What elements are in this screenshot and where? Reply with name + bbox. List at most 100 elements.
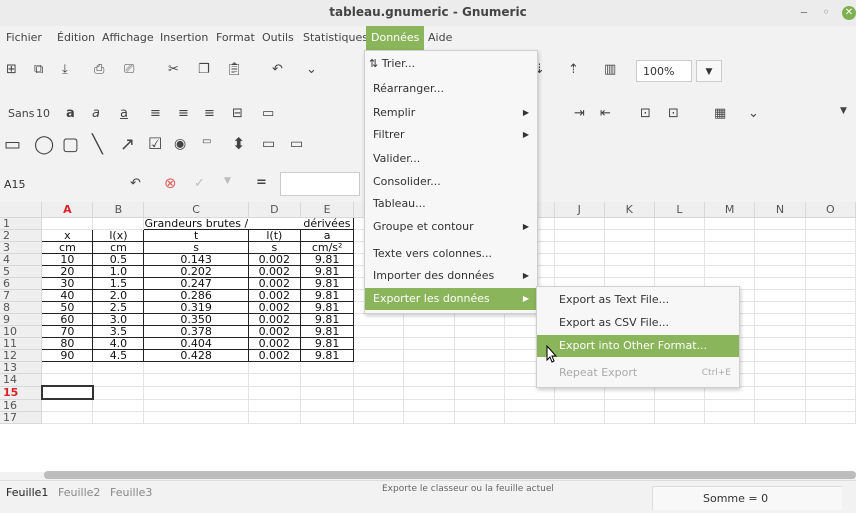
cell[interactable] (92, 373, 145, 387)
cell[interactable] (754, 289, 806, 302)
cell[interactable] (353, 411, 405, 424)
cell[interactable] (454, 373, 506, 387)
corner-header[interactable] (0, 202, 43, 218)
cell[interactable]: 60 (41, 313, 94, 326)
cell[interactable]: 9.81 (299, 301, 355, 314)
row-header[interactable]: 16 (0, 399, 43, 412)
cell[interactable] (805, 229, 856, 242)
close-button[interactable]: ✕ (842, 6, 856, 20)
menu-item-remplir[interactable]: Remplir ▶ (365, 102, 537, 124)
cell[interactable] (92, 386, 145, 400)
col-header-k[interactable]: K (604, 202, 655, 218)
cell[interactable]: 2.0 (92, 289, 145, 302)
cell[interactable] (754, 337, 806, 350)
frame-icon[interactable]: ▢ (62, 134, 79, 155)
cell[interactable] (805, 373, 856, 387)
cell[interactable] (805, 349, 856, 362)
menu-item-valider[interactable]: Valider... (365, 148, 537, 170)
new-icon[interactable]: ⊞ (6, 62, 17, 77)
cell[interactable]: 0.5 (92, 253, 145, 266)
cell[interactable]: 20 (41, 265, 94, 278)
zoom-combo[interactable]: 100% (636, 60, 692, 82)
cell[interactable]: 1.0 (92, 265, 145, 278)
cell[interactable] (403, 386, 455, 400)
rectangle-icon[interactable]: ▭ (4, 134, 21, 155)
font-size[interactable]: 10 (36, 107, 50, 120)
merge-icon[interactable]: ⊟ (232, 106, 243, 121)
cell[interactable] (654, 241, 705, 254)
col-header-a[interactable]: A (41, 202, 94, 218)
row-header[interactable]: 13 (0, 361, 43, 374)
cell[interactable] (654, 411, 705, 424)
cell[interactable]: 10 (41, 253, 94, 266)
cell[interactable] (704, 253, 756, 266)
row-header[interactable]: 6 (0, 277, 43, 290)
cell[interactable]: 9.81 (299, 349, 355, 362)
cell[interactable]: 0.286 (143, 289, 249, 302)
cell[interactable] (654, 265, 705, 278)
cell[interactable] (704, 265, 756, 278)
radio-icon[interactable]: ◉ (174, 136, 186, 152)
cell[interactable] (353, 325, 405, 338)
cell[interactable] (554, 217, 605, 230)
cell[interactable] (654, 229, 705, 242)
cell[interactable]: 80 (41, 337, 94, 350)
cell[interactable] (248, 386, 301, 400)
cell[interactable]: 9.81 (299, 277, 355, 290)
cell[interactable] (654, 217, 705, 230)
col-header-j[interactable]: J (554, 202, 605, 218)
cell[interactable]: 9.81 (299, 313, 355, 326)
cell[interactable]: a (299, 229, 355, 242)
zoom-dropdown-icon[interactable]: ▼ (696, 60, 722, 82)
menu-item-groupe-contour[interactable]: Groupe et contour ▶ (365, 216, 537, 238)
cell[interactable] (403, 361, 455, 374)
cell[interactable] (704, 411, 756, 424)
menu-item-importer[interactable]: Importer des données ▶ (365, 265, 537, 287)
cell[interactable] (554, 229, 605, 242)
cell[interactable] (92, 399, 145, 412)
accept-icon[interactable]: ✓ (194, 176, 205, 191)
cell[interactable]: 0.002 (247, 313, 301, 326)
menu-item-exporter[interactable]: Exporter les données ▶ (365, 288, 537, 310)
cell[interactable] (454, 337, 506, 350)
arrow-icon[interactable]: ↗ (120, 134, 135, 155)
row-header[interactable]: 9 (0, 313, 43, 326)
function-menu-icon[interactable]: ▼ (224, 176, 231, 186)
row-header[interactable]: 14 (0, 373, 43, 387)
cell[interactable]: 90 (41, 349, 94, 362)
menu-affichage[interactable]: Affichage (102, 26, 154, 50)
underline-icon[interactable]: a (120, 106, 128, 121)
row-header[interactable]: 10 (0, 325, 43, 338)
menu-item-export-other[interactable]: Export into Other Format... (537, 335, 739, 357)
cell[interactable] (754, 349, 806, 362)
cell[interactable]: 0.378 (143, 325, 249, 338)
cell[interactable] (300, 386, 355, 400)
indent-icon[interactable]: ⇥ (574, 106, 585, 121)
borders-icon[interactable]: ▦ (714, 106, 726, 121)
menu-fichier[interactable]: Fichier (6, 26, 42, 50)
cell[interactable]: 0.002 (247, 349, 301, 362)
align-center-icon[interactable]: ≡ (178, 106, 189, 121)
cell[interactable]: 2.5 (92, 301, 145, 314)
sheet-tab-3[interactable]: Feuille3 (110, 486, 152, 499)
menu-item-trier[interactable]: ⇅ Trier... (365, 53, 537, 75)
row-header[interactable]: 8 (0, 301, 43, 314)
col-header-b[interactable]: B (92, 202, 145, 218)
cell[interactable] (654, 399, 705, 412)
wrap-icon[interactable]: ▭ (262, 106, 274, 121)
cell[interactable]: 4.0 (92, 337, 145, 350)
cell[interactable] (754, 253, 806, 266)
cell[interactable] (805, 289, 856, 302)
cell[interactable] (353, 349, 405, 362)
cell[interactable]: 4.5 (92, 349, 145, 362)
cell[interactable]: 9.81 (299, 289, 355, 302)
cell[interactable]: 1.5 (92, 277, 145, 290)
cell[interactable] (353, 361, 405, 374)
cell[interactable] (805, 265, 856, 278)
cell[interactable] (754, 265, 806, 278)
menu-item-export-text[interactable]: Export as Text File... (537, 289, 739, 311)
cell[interactable] (704, 241, 756, 254)
undo-edit-icon[interactable]: ↶ (130, 176, 141, 191)
open-icon[interactable]: ⧉ (34, 62, 43, 77)
col-header-m[interactable]: M (704, 202, 756, 218)
